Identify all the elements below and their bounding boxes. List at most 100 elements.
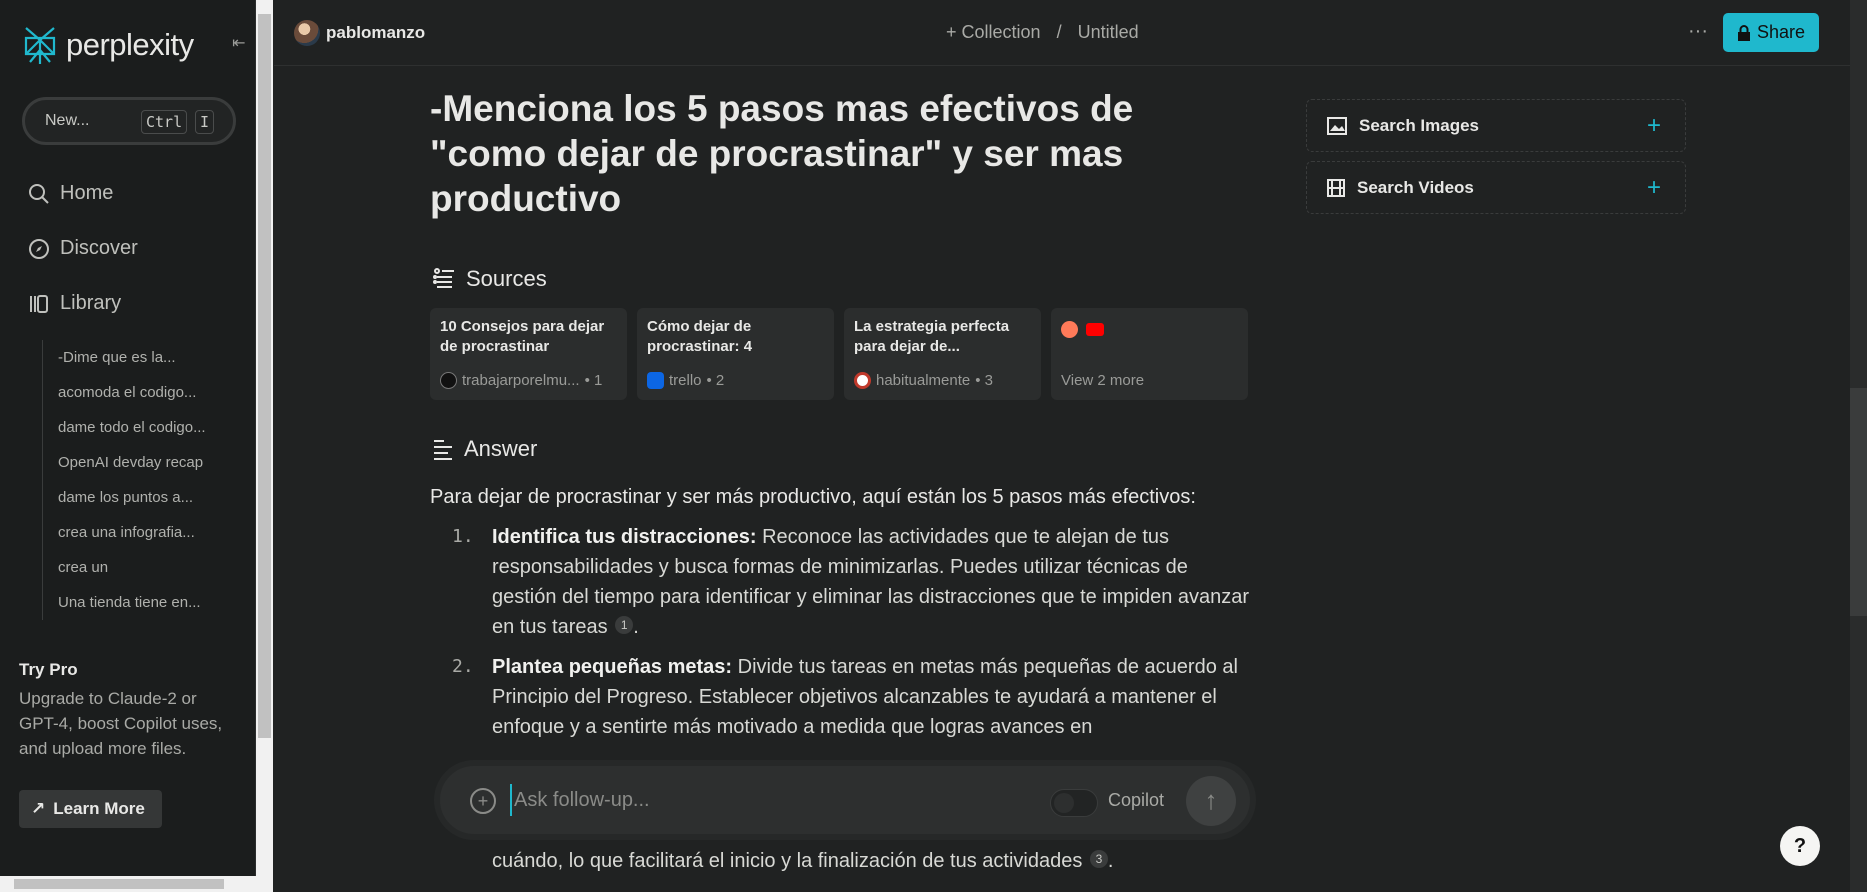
source-site: habitualmente xyxy=(876,372,971,389)
question-title: -Menciona los 5 pasos mas efectivos de "… xyxy=(430,88,1134,219)
sidebar-horizontal-scrollbar[interactable] xyxy=(0,876,256,892)
new-thread-button[interactable]: New... Ctrl I xyxy=(22,97,236,145)
user-profile[interactable]: pablomanzo xyxy=(294,20,425,46)
library-thread-item[interactable]: acomoda el codigo... xyxy=(43,375,206,410)
perplexity-logo-icon xyxy=(24,27,56,64)
follow-up-bar: + Copilot ↑ xyxy=(434,760,1256,840)
scrollbar-thumb[interactable] xyxy=(14,879,224,889)
library-thread-item[interactable]: crea un xyxy=(43,550,206,585)
sidebar-item-label: Home xyxy=(60,182,114,204)
app-window: perplexity ⇤ New... Ctrl I Home Discover… xyxy=(0,0,1867,892)
sidebar-item-label: Discover xyxy=(60,237,138,259)
try-pro-title: Try Pro xyxy=(19,660,78,679)
shortcut-ctrl: Ctrl xyxy=(141,110,188,134)
collapse-sidebar-icon[interactable]: ⇤ xyxy=(232,33,250,53)
sidebar-item-home[interactable]: Home xyxy=(28,182,113,205)
search-images-label: Search Images xyxy=(1359,115,1480,135)
add-collection-button[interactable]: + Collection xyxy=(946,22,1041,43)
source-site: trello xyxy=(669,372,702,389)
sidebar: perplexity ⇤ New... Ctrl I Home Discover… xyxy=(0,0,256,892)
tail-text: cuándo, lo que facilitará el inicio y la… xyxy=(492,850,1083,872)
username: pablomanzo xyxy=(326,23,426,42)
brand-name: perplexity xyxy=(66,27,194,62)
sidebar-scrollbar[interactable] xyxy=(256,0,273,892)
source-number: • 2 xyxy=(706,372,725,389)
source-number: • 3 xyxy=(975,372,993,389)
sources-heading: Sources xyxy=(432,266,547,292)
sidebar-item-library[interactable]: Library xyxy=(28,292,121,315)
breadcrumb: + Collection / Untitled xyxy=(946,22,1139,43)
list-number: 2. xyxy=(452,656,474,677)
source-site: trabajarporelmu... xyxy=(462,372,580,389)
youtube-icon xyxy=(1086,323,1104,336)
library-thread-item[interactable]: OpenAI devday recap xyxy=(43,445,206,480)
source-card[interactable]: 10 Consejos para dejar de procrastinar t… xyxy=(430,308,627,400)
sources-title: Sources xyxy=(466,266,547,291)
source-meta: trello • 2 xyxy=(647,372,724,389)
scrollbar-thumb[interactable] xyxy=(1850,388,1867,616)
sidebar-item-label: Library xyxy=(60,292,122,314)
source-meta: habitualmente • 3 xyxy=(854,372,993,389)
answer-title: Answer xyxy=(464,436,538,461)
lock-icon xyxy=(1737,24,1750,41)
share-label: Share xyxy=(1756,22,1806,42)
try-pro-text: Upgrade to Claude-2 or GPT-4, boost Copi… xyxy=(19,689,223,758)
source-card[interactable]: Cómo dejar de procrastinar: 4 métodos...… xyxy=(637,308,834,400)
list-item: 1. Identifica tus distracciones: Reconoc… xyxy=(430,522,1250,642)
library-thread-item[interactable]: dame todo el codigo... xyxy=(43,410,206,445)
answer-intro: Para dejar de procrastinar y ser más pro… xyxy=(430,486,1196,508)
thread-header: pablomanzo + Collection / Untitled ··· S… xyxy=(274,0,1850,66)
thread-main: -Menciona los 5 pasos mas efectivos de "… xyxy=(274,66,1850,892)
source-title: Cómo dejar de procrastinar: 4 métodos... xyxy=(647,318,753,355)
answer-list: 1. Identifica tus distracciones: Reconoc… xyxy=(430,522,1250,752)
shortcut-key: I xyxy=(195,110,215,134)
library-icon xyxy=(30,294,48,313)
library-thread-item[interactable]: -Dime que es la... xyxy=(43,340,206,375)
citation-badge[interactable]: 1 xyxy=(615,616,634,634)
view-more-label: View 2 more xyxy=(1061,372,1145,389)
trello-icon xyxy=(647,372,664,389)
film-icon xyxy=(1327,178,1345,197)
arrow-up-right-icon: ↗ xyxy=(31,799,46,818)
item-heading: Plantea pequeñas metas: xyxy=(492,656,733,678)
sidebar-item-discover[interactable]: Discover xyxy=(28,237,138,260)
sources-icon xyxy=(433,268,454,288)
add-icon[interactable]: + xyxy=(1647,174,1661,202)
new-thread-label: New... xyxy=(45,112,90,129)
copilot-label: Copilot xyxy=(1108,790,1165,810)
citation-badge[interactable]: 3 xyxy=(1089,850,1108,868)
follow-up-input[interactable] xyxy=(510,784,1030,816)
source-title: 10 Consejos para dejar de procrastinar xyxy=(440,318,605,355)
more-options-icon[interactable]: ··· xyxy=(1688,20,1708,43)
library-thread-item[interactable]: dame los puntos a... xyxy=(43,480,206,515)
send-arrow-icon[interactable]: ↑ xyxy=(1186,776,1236,826)
library-thread-item[interactable]: Una tienda tiene en... xyxy=(43,585,206,620)
answer-heading: Answer xyxy=(432,436,537,462)
hubspot-icon xyxy=(1061,321,1078,338)
learn-more-button[interactable]: ↗ Learn More xyxy=(19,790,162,828)
avatar xyxy=(294,20,320,46)
copilot-toggle[interactable] xyxy=(1050,789,1098,817)
try-pro-promo: Try Pro Upgrade to Claude-2 or GPT-4, bo… xyxy=(19,660,234,761)
compass-icon xyxy=(29,238,49,259)
add-icon[interactable]: + xyxy=(1647,112,1661,140)
help-button[interactable]: ? xyxy=(1780,826,1820,866)
learn-more-label: Learn More xyxy=(53,799,145,818)
habitualmente-icon xyxy=(854,372,871,389)
thread-title[interactable]: Untitled xyxy=(1078,22,1139,43)
library-thread-item[interactable]: crea una infografia... xyxy=(43,515,206,550)
source-number: • 1 xyxy=(584,372,603,389)
logo[interactable]: perplexity xyxy=(22,24,194,66)
scrollbar-thumb[interactable] xyxy=(258,14,271,738)
source-title: La estrategia perfecta para dejar de... xyxy=(854,318,1010,355)
search-videos-card[interactable]: Search Videos + xyxy=(1306,161,1686,214)
source-card[interactable]: La estrategia perfecta para dejar de... … xyxy=(844,308,1041,400)
list-item: 2. Plantea pequeñas metas: Divide tus ta… xyxy=(430,652,1250,742)
view-more-sources-card[interactable]: View 2 more xyxy=(1051,308,1248,400)
attach-plus-icon[interactable]: + xyxy=(470,788,496,814)
share-button[interactable]: Share xyxy=(1723,13,1819,52)
breadcrumb-separator: / xyxy=(1056,22,1062,42)
search-images-card[interactable]: Search Images + xyxy=(1306,99,1686,152)
more-source-favicons xyxy=(1061,321,1238,338)
globe-icon xyxy=(440,372,457,389)
